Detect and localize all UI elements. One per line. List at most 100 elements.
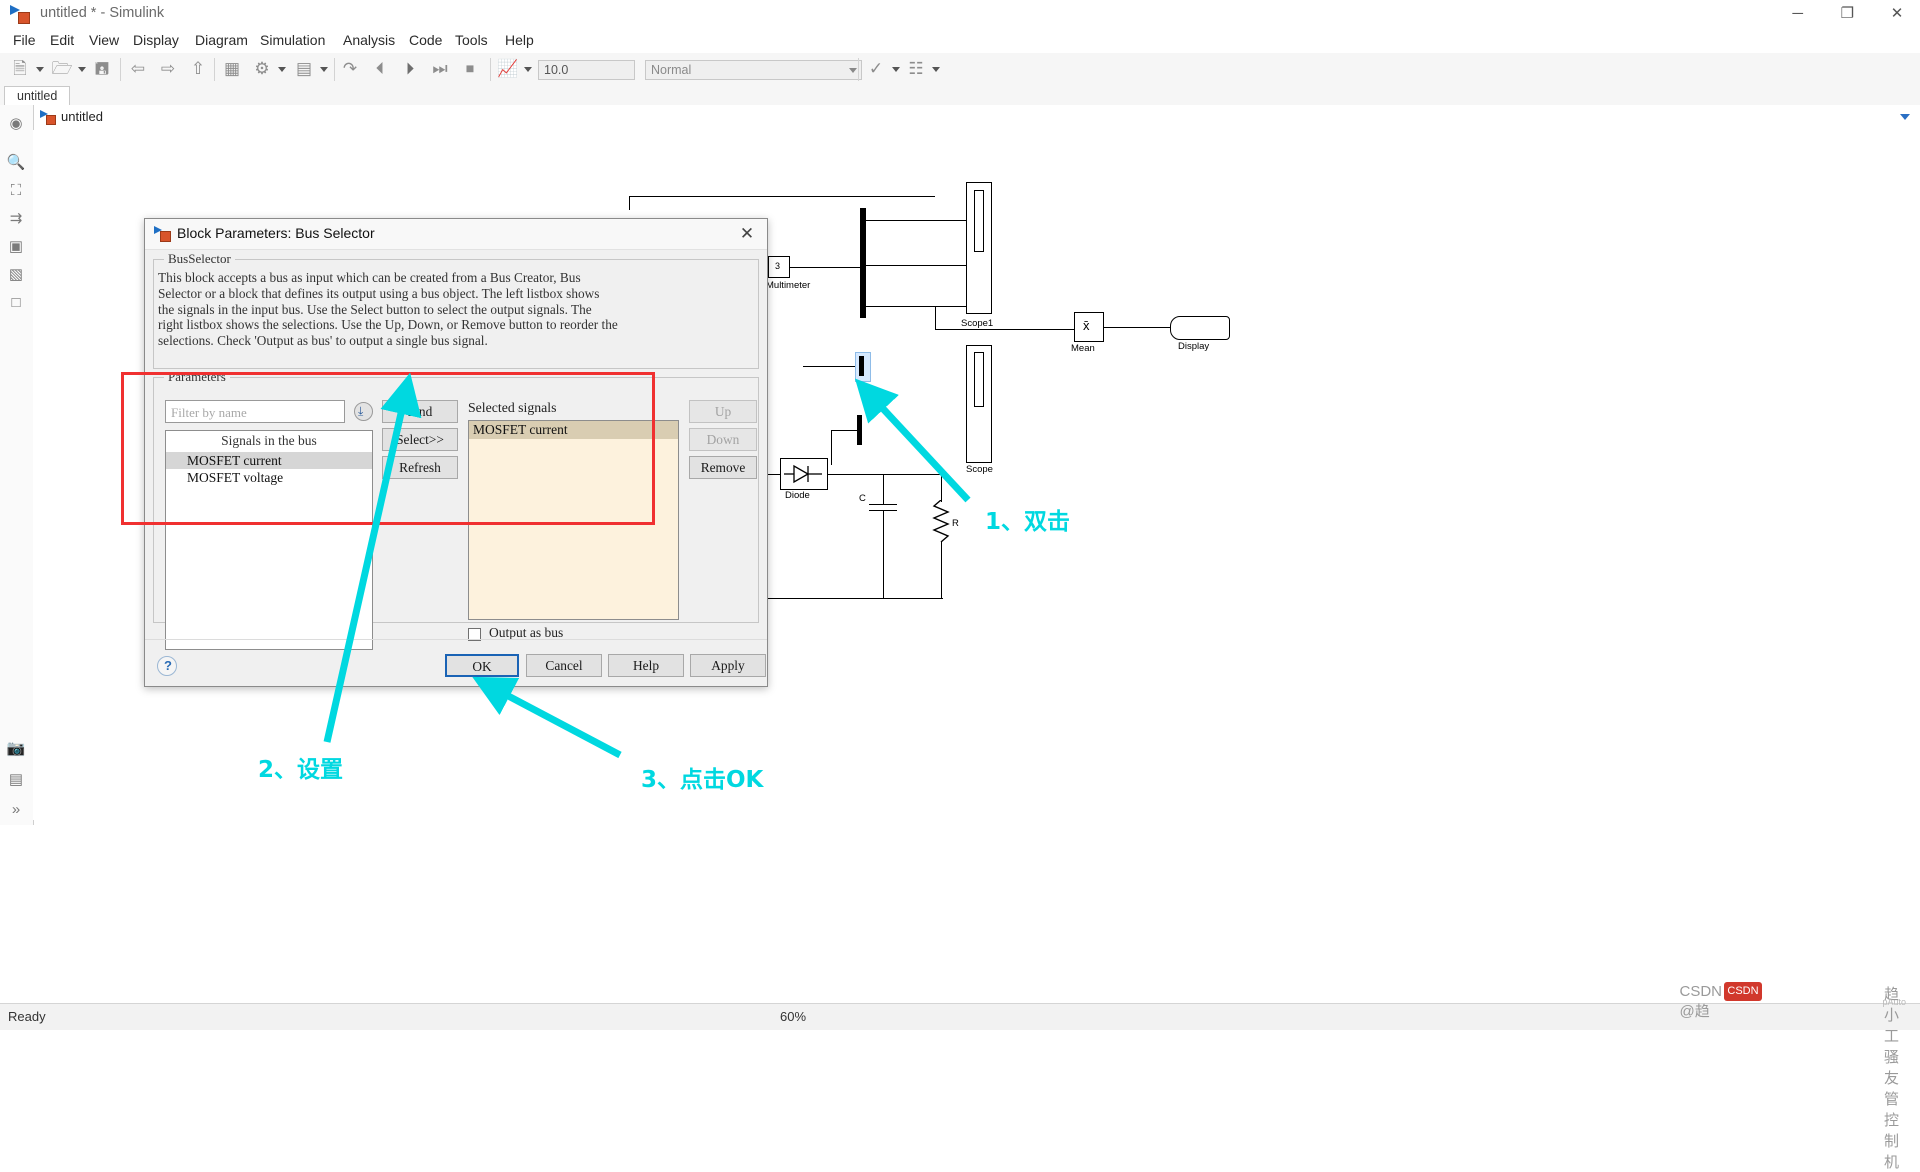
annotation-step2: 2、设置: [258, 757, 344, 783]
menu-display[interactable]: Display: [128, 31, 184, 50]
watermark-prefix: CSDN @趋: [1679, 983, 1722, 1020]
new-model-icon[interactable]: 🗎: [8, 57, 32, 81]
apply-button[interactable]: Apply: [690, 654, 766, 677]
update-model-icon[interactable]: ↷: [338, 57, 362, 81]
bus-creator-bar[interactable]: [860, 208, 866, 318]
find-button[interactable]: Find: [382, 400, 458, 423]
simulation-mode-select[interactable]: Normal: [645, 60, 862, 80]
wire: [629, 196, 935, 198]
library-browser-icon[interactable]: ▦: [220, 57, 244, 81]
step-forward-icon[interactable]: ⏭: [428, 57, 452, 81]
pan-icon[interactable]: ⇉: [5, 208, 27, 230]
menu-simulation[interactable]: Simulation: [255, 31, 330, 50]
wire: [941, 474, 943, 502]
status-zoom-level: 60%: [780, 1009, 807, 1024]
run-icon[interactable]: ⏵: [398, 57, 422, 81]
perspectives-icon[interactable]: ☷: [904, 57, 928, 81]
chevron-down-icon: [849, 68, 857, 73]
wire: [767, 474, 781, 476]
camera-icon[interactable]: 📷: [5, 738, 27, 760]
dialog-description: This block accepts a bus as input which …: [158, 270, 618, 349]
open-folder-icon[interactable]: 🗁: [50, 57, 74, 81]
annotation-step1: 1、双击: [985, 509, 1071, 535]
up-button[interactable]: Up: [689, 400, 757, 423]
wire: [869, 504, 897, 506]
explorer-dropdown-caret[interactable]: [320, 67, 328, 72]
mux-bar[interactable]: [857, 415, 862, 445]
simulation-data-inspector-icon[interactable]: 📈: [496, 57, 520, 81]
selected-signal-item-mosfet-current[interactable]: MOSFET current: [469, 421, 678, 439]
menu-analysis[interactable]: Analysis: [338, 31, 400, 50]
window-title: untitled * - Simulink: [40, 5, 165, 21]
block-label-diode: Diode: [785, 490, 810, 501]
refresh-button[interactable]: Refresh: [382, 456, 458, 479]
breadcrumb-expand-icon[interactable]: [1900, 114, 1910, 120]
inspector-dropdown-caret[interactable]: [524, 67, 532, 72]
block-parameters-dialog[interactable]: Block Parameters: Bus Selector ✕ BusSele…: [144, 218, 768, 687]
block-display[interactable]: [1170, 316, 1230, 340]
scope1-inner: [974, 190, 984, 252]
minimize-button[interactable]: ─: [1775, 0, 1821, 28]
menu-code[interactable]: Code: [404, 31, 447, 50]
parameters-group-caption: Parameters: [164, 369, 230, 385]
wire: [935, 329, 1074, 331]
selected-signals-listbox[interactable]: MOSFET current: [468, 420, 679, 620]
select-button[interactable]: Select>>: [382, 428, 458, 451]
back-arrow-icon[interactable]: ⇦: [126, 57, 150, 81]
advisor-dropdown-caret[interactable]: [892, 67, 900, 72]
cancel-button[interactable]: Cancel: [526, 654, 602, 677]
close-button[interactable]: ✕: [1874, 0, 1920, 28]
perspectives-dropdown-caret[interactable]: [932, 67, 940, 72]
model-tab-untitled[interactable]: untitled: [4, 86, 71, 106]
bus-selector-bar: [859, 356, 864, 376]
signals-listbox-header: Signals in the bus: [221, 433, 317, 448]
fit-to-view-icon[interactable]: ⛶: [5, 180, 27, 202]
model-advisor-icon[interactable]: ✓: [864, 57, 888, 81]
legend-icon[interactable]: ▤: [5, 769, 27, 791]
down-button[interactable]: Down: [689, 428, 757, 451]
zoom-icon[interactable]: 🔍: [5, 152, 27, 174]
configuration-dropdown-caret[interactable]: [278, 67, 286, 72]
block-label-r: R: [952, 518, 959, 529]
selected-signals-label: Selected signals: [468, 400, 557, 415]
save-icon[interactable]: 🖪: [90, 57, 114, 81]
mean-symbol: x̄: [1083, 318, 1090, 333]
menu-diagram[interactable]: Diagram: [190, 31, 253, 50]
status-bar: Ready 60%: [0, 1003, 1920, 1030]
wire: [935, 306, 937, 329]
menu-view[interactable]: View: [84, 31, 124, 50]
block-label-mean: Mean: [1071, 343, 1095, 354]
stop-icon[interactable]: ⏹: [458, 57, 482, 81]
dialog-help-button[interactable]: Help: [608, 654, 684, 677]
image-icon[interactable]: ▧: [5, 264, 27, 286]
menu-edit[interactable]: Edit: [45, 31, 79, 50]
ok-button[interactable]: OK: [445, 654, 519, 677]
filter-options-icon[interactable]: ⤓: [354, 402, 373, 421]
build-model-icon[interactable]: ⏴: [368, 57, 392, 81]
model-explorer-icon[interactable]: ▤: [292, 57, 316, 81]
navigate-icon[interactable]: ◉: [5, 113, 27, 135]
block-label-scope: Scope: [966, 464, 993, 475]
expand-icon[interactable]: »: [5, 799, 27, 821]
stop-time-input[interactable]: 10.0: [538, 60, 635, 80]
wire: [883, 474, 885, 504]
maximize-button[interactable]: ❐: [1824, 0, 1870, 28]
filter-input[interactable]: Filter by name: [165, 400, 345, 423]
menu-file[interactable]: File: [8, 31, 41, 50]
forward-arrow-icon[interactable]: ⇨: [156, 57, 180, 81]
menu-help[interactable]: Help: [500, 31, 539, 50]
up-arrow-icon[interactable]: ⇧: [186, 57, 210, 81]
open-dropdown-caret[interactable]: [78, 67, 86, 72]
remove-button[interactable]: Remove: [689, 456, 757, 479]
signals-listbox[interactable]: Signals in the bus MOSFET current MOSFET…: [165, 430, 373, 650]
dialog-close-icon[interactable]: ✕: [733, 223, 761, 245]
menu-tools[interactable]: Tools: [450, 31, 493, 50]
help-question-icon[interactable]: ?: [157, 656, 177, 676]
signal-item-mosfet-current[interactable]: MOSFET current: [166, 452, 372, 469]
wire: [831, 430, 833, 465]
area-icon[interactable]: □: [5, 292, 27, 314]
annotation-icon[interactable]: ▣: [5, 236, 27, 258]
model-configuration-icon[interactable]: ⚙: [250, 57, 274, 81]
new-model-dropdown-caret[interactable]: [36, 67, 44, 72]
signal-item-mosfet-voltage[interactable]: MOSFET voltage: [166, 469, 372, 486]
